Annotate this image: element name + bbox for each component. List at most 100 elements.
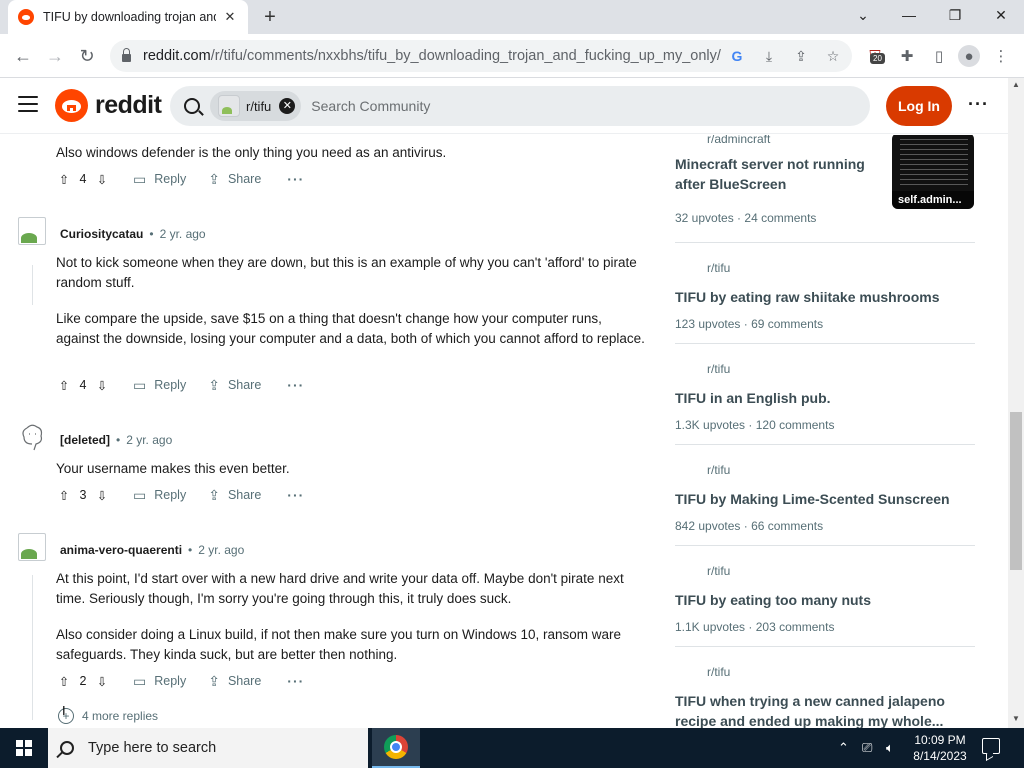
extensions-puzzle-icon[interactable]: ✚ (896, 45, 918, 67)
related-post-title[interactable]: TIFU by eating too many nuts (675, 590, 975, 610)
start-button[interactable] (0, 728, 48, 768)
comment-more-icon[interactable]: ··· (287, 171, 304, 187)
show-hidden-icons-icon[interactable]: ⌃ (838, 728, 849, 768)
search-input[interactable]: Search Community (311, 98, 430, 114)
plus-circle-icon: + (58, 708, 74, 724)
more-replies-button[interactable]: + 4 more replies (58, 708, 158, 724)
reply-button[interactable]: ▭ Reply (133, 377, 186, 394)
bookmark-star-icon[interactable]: ☆ (824, 47, 842, 65)
share-page-icon[interactable]: ⇪ (792, 47, 810, 65)
upvote-icon[interactable]: ⇧ (55, 170, 73, 188)
upvote-icon[interactable]: ⇧ (55, 672, 73, 690)
related-post-title[interactable]: Minecraft server not running after BlueS… (675, 154, 885, 194)
reload-button[interactable]: ↻ (74, 43, 100, 69)
login-button[interactable]: Log In (886, 86, 952, 126)
reply-icon: ▭ (133, 486, 147, 503)
reddit-logo[interactable]: reddit (55, 89, 162, 122)
related-post-title[interactable]: TIFU by Making Lime-Scented Sunscreen (675, 489, 975, 509)
comment-author[interactable]: anima-vero-quaerenti (60, 543, 182, 557)
comment-more-icon[interactable]: ··· (287, 487, 304, 503)
related-post-stats: 1.1K upvotes · 203 comments (675, 620, 835, 634)
comment-more-icon[interactable]: ··· (287, 377, 304, 393)
share-button[interactable]: ⇪ Share (208, 171, 261, 188)
restore-button[interactable]: ❐ (932, 0, 978, 30)
clear-community-icon[interactable]: ✕ (279, 98, 296, 114)
install-app-icon[interactable]: ⤓ (760, 47, 778, 65)
share-icon: ⇪ (208, 170, 220, 187)
menu-icon[interactable] (18, 96, 38, 112)
reddit-wordmark: reddit (95, 91, 162, 119)
related-post-subreddit[interactable]: r/admincraft (707, 135, 770, 146)
related-post-subreddit[interactable]: r/tifu (707, 362, 730, 376)
downvote-icon[interactable]: ⇩ (93, 486, 111, 504)
reply-button[interactable]: ▭ Reply (133, 487, 186, 504)
tab-close-icon[interactable]: ✕ (222, 9, 238, 25)
divider (675, 545, 975, 546)
side-panel-icon[interactable]: ▯ (928, 45, 950, 67)
comment-author: [deleted] (60, 433, 111, 447)
taskbar-search-input[interactable]: Type here to search (88, 740, 216, 756)
clock-date: 8/14/2023 (913, 749, 967, 763)
avatar[interactable] (18, 533, 46, 561)
comment-author[interactable]: Curiositycatau (60, 227, 143, 241)
search-icon (184, 98, 200, 114)
related-post[interactable]: r/tifu TIFU by eating too many nuts 1.1K… (675, 564, 975, 634)
related-post-title[interactable]: TIFU in an English pub. (675, 388, 975, 408)
downvote-icon[interactable]: ⇩ (93, 376, 111, 394)
scroll-down-arrow-icon[interactable]: ▼ (1012, 714, 1020, 723)
downvote-icon[interactable]: ⇩ (93, 672, 111, 690)
related-post-subreddit[interactable]: r/tifu (707, 665, 730, 679)
page-scrollbar[interactable] (1008, 78, 1024, 728)
volume-icon[interactable]: 🔈︎ (886, 728, 894, 768)
related-post-stats: 32 upvotes · 24 comments (675, 211, 817, 225)
google-translate-icon[interactable]: G (728, 47, 746, 65)
comment-more-icon[interactable]: ··· (287, 673, 304, 689)
chrome-taskbar-button[interactable] (372, 728, 420, 768)
related-post[interactable]: r/tifu TIFU by eating raw shiitake mushr… (675, 261, 975, 331)
reply-button[interactable]: ▭ Reply (133, 673, 186, 690)
browser-menu-icon[interactable]: ⋮ (990, 45, 1012, 67)
related-post[interactable]: r/tifu TIFU by Making Lime-Scented Sunsc… (675, 463, 975, 533)
vote-count: 4 (79, 378, 87, 392)
back-button[interactable]: ← (10, 43, 36, 69)
avatar[interactable] (18, 217, 46, 245)
related-post-subreddit[interactable]: r/tifu (707, 463, 730, 477)
profile-avatar-icon[interactable]: ● (958, 45, 980, 67)
related-post-subreddit[interactable]: r/tifu (707, 261, 730, 275)
related-post-subreddit[interactable]: r/tifu (707, 564, 730, 578)
minimize-button[interactable]: — (886, 0, 932, 30)
upvote-icon[interactable]: ⇧ (55, 376, 73, 394)
comment-actions: ⇧ 4 ⇩ ▭ Reply ⇪ Share ··· (55, 374, 304, 396)
taskbar-clock[interactable]: 10:09 PM 8/14/2023 (908, 732, 972, 764)
related-post-title[interactable]: TIFU when trying a new canned jalapeno r… (675, 691, 975, 728)
share-button[interactable]: ⇪ Share (208, 673, 261, 690)
close-window-button[interactable]: ✕ (978, 0, 1024, 30)
network-icon[interactable]: ⎚ (862, 728, 872, 768)
share-button[interactable]: ⇪ Share (208, 487, 261, 504)
taskbar-search-box[interactable]: Type here to search (48, 728, 368, 768)
vote-count: 3 (79, 488, 87, 502)
more-options-icon[interactable]: ··· (968, 94, 989, 115)
scrollbar-thumb[interactable] (1010, 412, 1022, 570)
related-post-title[interactable]: TIFU by eating raw shiitake mushrooms (675, 287, 975, 307)
related-post-thumbnail[interactable]: self.admin... (892, 135, 974, 209)
divider (675, 343, 975, 344)
scroll-up-arrow-icon[interactable]: ▲ (1012, 80, 1020, 89)
reply-button[interactable]: ▭ Reply (133, 171, 186, 188)
related-post[interactable]: r/tifu TIFU in an English pub. 1.3K upvo… (675, 362, 975, 432)
downvote-icon[interactable]: ⇩ (93, 170, 111, 188)
comment-paragraph: At this point, I'd start over with a new… (56, 571, 624, 606)
deleted-user-avatar (22, 424, 43, 451)
text-cursor-icon: I (62, 703, 66, 718)
chrome-icon (384, 735, 408, 759)
search-bar[interactable]: r/tifu ✕ Search Community (170, 86, 870, 126)
share-button[interactable]: ⇪ Share (208, 377, 261, 394)
upvote-icon[interactable]: ⇧ (55, 486, 73, 504)
tab-search-chevron-icon[interactable]: ⌄ (840, 0, 886, 30)
forward-button[interactable]: → (42, 43, 68, 69)
new-tab-button[interactable]: + (258, 6, 282, 28)
browser-tab[interactable]: TIFU by downloading trojan and ✕ (8, 0, 248, 34)
notification-center-icon[interactable] (982, 738, 1000, 754)
related-post[interactable]: r/tifu TIFU when trying a new canned jal… (675, 665, 975, 728)
community-filter-chip[interactable]: r/tifu ✕ (210, 91, 302, 121)
